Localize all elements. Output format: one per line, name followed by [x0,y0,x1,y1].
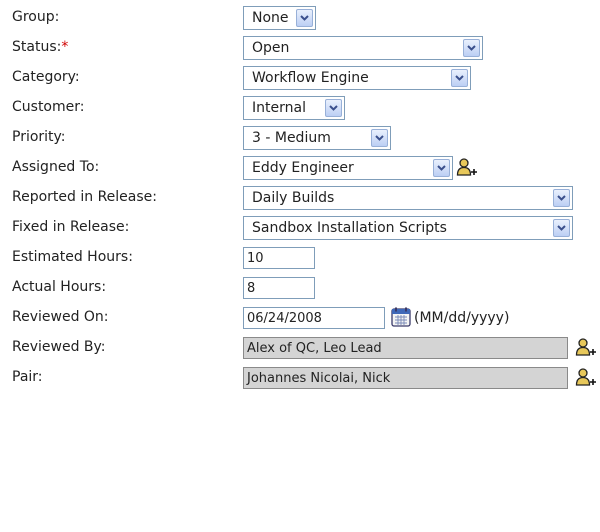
group-value: None [252,10,289,26]
priority-value: 3 - Medium [252,130,331,146]
actual-hours-label: Actual Hours: [12,279,107,295]
actual-hours-input[interactable]: 8 [243,277,315,299]
fixed-in-release-select[interactable]: Sandbox Installation Scripts [243,216,573,240]
reviewed-on-label: Reviewed On: [12,309,109,325]
actual-hours-row: Actual Hours: 8 [0,272,600,302]
category-label: Category: [12,69,80,85]
estimated-hours-input[interactable]: 10 [243,247,315,269]
status-row: Status:* Open [0,32,600,62]
chevron-down-icon[interactable] [463,39,480,57]
reported-in-release-select[interactable]: Daily Builds [243,186,573,210]
chevron-down-icon[interactable] [433,159,450,177]
pair-field[interactable]: Johannes Nicolai, Nick [243,367,568,389]
reported-in-release-row: Reported in Release: Daily Builds [0,182,600,212]
assigned-to-select[interactable]: Eddy Engineer [243,156,453,180]
group-label: Group: [12,9,60,25]
estimated-hours-row: Estimated Hours: 10 [0,242,600,272]
category-select[interactable]: Workflow Engine [243,66,471,90]
chevron-down-icon[interactable] [325,99,342,117]
group-row: Group: None [0,2,600,32]
assigned-to-row: Assigned To: Eddy Engineer [0,152,600,182]
assigned-to-value: Eddy Engineer [252,160,354,176]
category-value: Workflow Engine [252,70,369,86]
reviewed-by-label: Reviewed By: [12,339,106,355]
fixed-in-release-value: Sandbox Installation Scripts [252,220,447,236]
group-select[interactable]: None [243,6,316,30]
fixed-in-release-label: Fixed in Release: [12,219,130,235]
priority-row: Priority: 3 - Medium [0,122,600,152]
reviewed-by-field[interactable]: Alex of QC, Leo Lead [243,337,568,359]
required-asterisk: * [61,39,69,55]
add-user-icon[interactable] [575,367,597,389]
chevron-down-icon[interactable] [451,69,468,87]
pair-row: Pair: Johannes Nicolai, Nick [0,362,600,392]
customer-label: Customer: [12,99,85,115]
chevron-down-icon[interactable] [553,219,570,237]
estimated-hours-label: Estimated Hours: [12,249,133,265]
status-label: Status:* [12,39,69,55]
chevron-down-icon[interactable] [553,189,570,207]
reviewed-on-row: Reviewed On: 06/24/2008 (MM/dd/yyyy) [0,302,600,332]
customer-value: Internal [252,100,306,116]
status-value: Open [252,40,290,56]
chevron-down-icon[interactable] [371,129,388,147]
customer-row: Customer: Internal [0,92,600,122]
date-format-hint: (MM/dd/yyyy) [414,310,510,326]
chevron-down-icon[interactable] [296,9,313,27]
reviewed-by-row: Reviewed By: Alex of QC, Leo Lead [0,332,600,362]
status-select[interactable]: Open [243,36,483,60]
fixed-in-release-row: Fixed in Release: Sandbox Installation S… [0,212,600,242]
category-row: Category: Workflow Engine [0,62,600,92]
priority-label: Priority: [12,129,66,145]
reported-in-release-value: Daily Builds [252,190,335,206]
add-user-icon[interactable] [575,337,597,359]
reported-in-release-label: Reported in Release: [12,189,157,205]
reviewed-on-date-input[interactable]: 06/24/2008 [243,307,385,329]
add-user-icon[interactable] [456,157,478,179]
assigned-to-label: Assigned To: [12,159,100,175]
priority-select[interactable]: 3 - Medium [243,126,391,150]
pair-label: Pair: [12,369,43,385]
customer-select[interactable]: Internal [243,96,345,120]
calendar-icon[interactable] [390,306,412,328]
